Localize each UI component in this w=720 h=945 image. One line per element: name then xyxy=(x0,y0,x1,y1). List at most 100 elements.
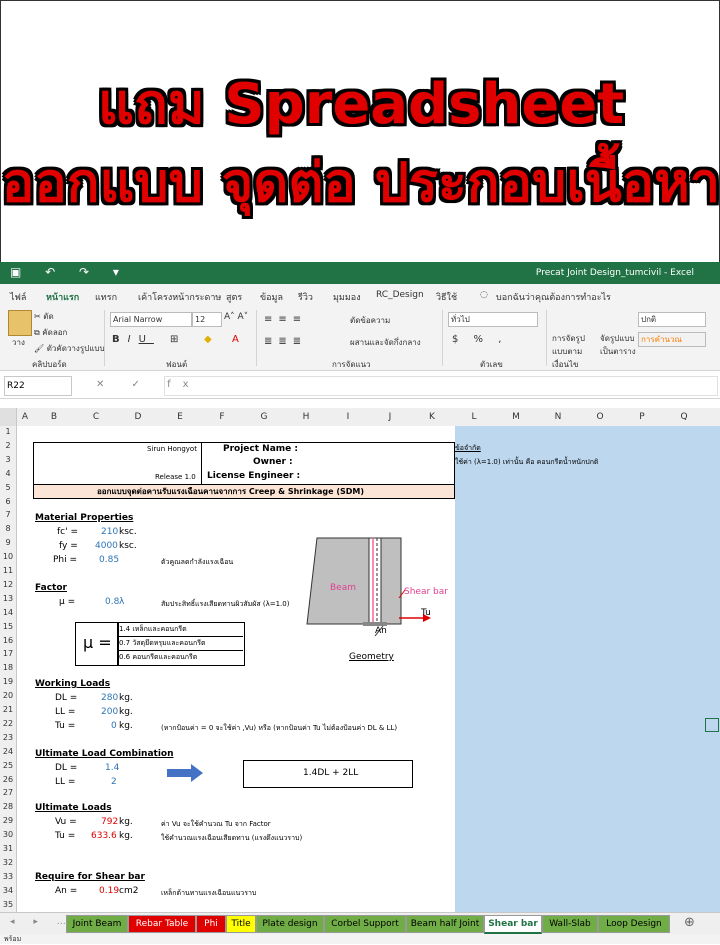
row-header-cell[interactable]: 18 xyxy=(0,663,16,672)
column-header-cell[interactable]: I xyxy=(327,412,369,422)
sheet-nav-arrows[interactable]: ◂ ▸ … xyxy=(10,917,74,927)
sheet-tab[interactable]: Loop Design xyxy=(598,915,670,933)
tell-me-box[interactable]: บอกฉันว่าคุณต้องการทำอะไร xyxy=(496,290,611,304)
font-grow-shrink-icon[interactable]: A˄ A˅ xyxy=(224,312,248,322)
column-header-cell[interactable]: B xyxy=(33,412,75,422)
row-header-cell[interactable]: 4 xyxy=(0,469,16,478)
row-header-cell[interactable]: 24 xyxy=(0,747,16,756)
row-header-cell[interactable]: 23 xyxy=(0,733,16,742)
sheet-tab[interactable]: Title xyxy=(226,915,256,933)
sheet-tab[interactable]: Rebar Table xyxy=(128,915,196,933)
tab-rc-design[interactable]: RC_Design xyxy=(376,290,424,300)
dl-value[interactable]: 280 xyxy=(101,693,118,703)
formula-input[interactable] xyxy=(164,376,718,396)
copy-button[interactable]: ⧉ คัดลอก xyxy=(34,326,67,339)
selected-cell[interactable] xyxy=(705,718,719,732)
sheet-tab[interactable]: Shear bar xyxy=(484,915,542,934)
tab-page-layout[interactable]: เค้าโครงหน้ากระดาษ xyxy=(138,290,221,304)
row-header-cell[interactable]: 3 xyxy=(0,455,16,464)
borders-icon[interactable]: ⊞ xyxy=(170,334,178,345)
column-header-cell[interactable]: A xyxy=(17,412,33,422)
row-header-cell[interactable]: 25 xyxy=(0,761,16,770)
format-painter-button[interactable]: 🖌 ตัวคัดวางรูปแบบ xyxy=(34,342,105,355)
row-header-cell[interactable]: 20 xyxy=(0,691,16,700)
row-header-cell[interactable]: 29 xyxy=(0,816,16,825)
sheet-tab[interactable]: Corbel Support xyxy=(324,915,406,933)
row-header-cell[interactable]: 35 xyxy=(0,900,16,909)
column-header-cell[interactable]: L xyxy=(453,412,495,422)
row-header-cell[interactable]: 1 xyxy=(0,427,16,436)
column-header-cell[interactable]: K xyxy=(411,412,453,422)
row-header-cell[interactable]: 2 xyxy=(0,441,16,450)
conditional-format-button[interactable]: การจัดรูปแบบตามเงื่อนไข xyxy=(552,332,598,371)
bold-italic-underline-icons[interactable]: BIU xyxy=(112,334,154,345)
tab-file[interactable]: ไฟล์ xyxy=(10,290,26,304)
column-header-cell[interactable]: J xyxy=(369,412,411,422)
sheet-tab[interactable]: Wall-Slab xyxy=(542,915,598,933)
mu-value[interactable]: 0.8 xyxy=(105,597,119,607)
paste-button[interactable]: วาง xyxy=(12,336,25,349)
row-header-cell[interactable]: 10 xyxy=(0,552,16,561)
tab-formulas[interactable]: สูตร xyxy=(226,290,242,304)
column-header-cell[interactable]: E xyxy=(159,412,201,422)
row-header-cell[interactable]: 34 xyxy=(0,886,16,895)
tab-view[interactable]: มุมมอง xyxy=(333,290,361,304)
sheet-tab[interactable]: Phi xyxy=(196,915,226,933)
align-left-icons[interactable]: ≣≣≣ xyxy=(264,336,307,347)
quick-access-toolbar[interactable]: ▣ ↶ ↷ ▾ xyxy=(10,265,129,279)
row-header-cell[interactable]: 12 xyxy=(0,580,16,589)
merge-center-button[interactable]: ผสานและจัดกึ่งกลาง xyxy=(350,336,421,349)
row-header-cell[interactable]: 8 xyxy=(0,524,16,533)
row-header-cell[interactable]: 17 xyxy=(0,649,16,658)
column-header-cell[interactable]: P xyxy=(621,412,663,422)
style-normal[interactable]: ปกติ xyxy=(638,312,706,327)
column-header-cell[interactable]: Q xyxy=(663,412,705,422)
column-header-cell[interactable]: O xyxy=(579,412,621,422)
fc-value[interactable]: 210 xyxy=(101,527,118,537)
font-name-select[interactable]: Arial Narrow xyxy=(110,312,192,327)
column-header-cell[interactable]: G xyxy=(243,412,285,422)
tab-insert[interactable]: แทรก xyxy=(95,290,117,304)
row-header-cell[interactable]: 30 xyxy=(0,830,16,839)
style-calculation[interactable]: การคำนวณ xyxy=(638,332,706,347)
row-header-cell[interactable]: 5 xyxy=(0,483,16,492)
font-size-select[interactable]: 12 xyxy=(192,312,222,327)
worksheet-grid[interactable]: Sirun Hongyot Release 1.0 Project Name :… xyxy=(17,426,719,912)
tab-data[interactable]: ข้อมูล xyxy=(260,290,283,304)
row-header-cell[interactable]: 31 xyxy=(0,844,16,853)
row-header-cell[interactable]: 26 xyxy=(0,775,16,784)
tab-review[interactable]: รีวิว xyxy=(298,290,313,304)
column-header-cell[interactable]: H xyxy=(285,412,327,422)
wrap-text-button[interactable]: ตัดข้อความ xyxy=(350,314,390,327)
sheet-tab[interactable]: Joint Beam xyxy=(66,915,128,933)
row-header-cell[interactable]: 7 xyxy=(0,510,16,519)
column-header-cell[interactable]: N xyxy=(537,412,579,422)
font-color-icon[interactable]: A xyxy=(232,334,239,345)
comb-dl-value[interactable]: 1.4 xyxy=(105,763,119,773)
fy-value[interactable]: 4000 xyxy=(95,541,118,551)
row-header-cell[interactable]: 9 xyxy=(0,538,16,547)
row-header-cell[interactable]: 6 xyxy=(0,497,16,506)
sheet-tab[interactable]: Plate design xyxy=(256,915,324,933)
phi-value[interactable]: 0.85 xyxy=(99,555,119,565)
name-box[interactable]: R22 xyxy=(4,376,72,396)
column-header-cell[interactable]: F xyxy=(201,412,243,422)
cut-button[interactable]: ✂ ตัด xyxy=(34,310,54,323)
row-header-cell[interactable]: 21 xyxy=(0,705,16,714)
ll-value[interactable]: 200 xyxy=(101,707,118,717)
row-header-cell[interactable]: 22 xyxy=(0,719,16,728)
column-header-cell[interactable]: C xyxy=(75,412,117,422)
row-header-cell[interactable]: 28 xyxy=(0,802,16,811)
row-header-cell[interactable]: 13 xyxy=(0,594,16,603)
add-sheet-icon[interactable]: ⊕ xyxy=(684,915,695,930)
tu-working-value[interactable]: 0 xyxy=(111,721,117,731)
tab-help[interactable]: วิธีใช้ xyxy=(436,290,457,304)
row-header-cell[interactable]: 15 xyxy=(0,622,16,631)
comb-ll-value[interactable]: 2 xyxy=(111,777,117,787)
row-header-cell[interactable]: 16 xyxy=(0,636,16,645)
row-header-cell[interactable]: 19 xyxy=(0,677,16,686)
sheet-tab[interactable]: Beam half Joint xyxy=(406,915,484,933)
number-format-icons[interactable]: $ % , xyxy=(452,334,507,345)
format-as-table-button[interactable]: จัดรูปแบบเป็นตาราง xyxy=(600,332,640,358)
column-header-cell[interactable]: D xyxy=(117,412,159,422)
